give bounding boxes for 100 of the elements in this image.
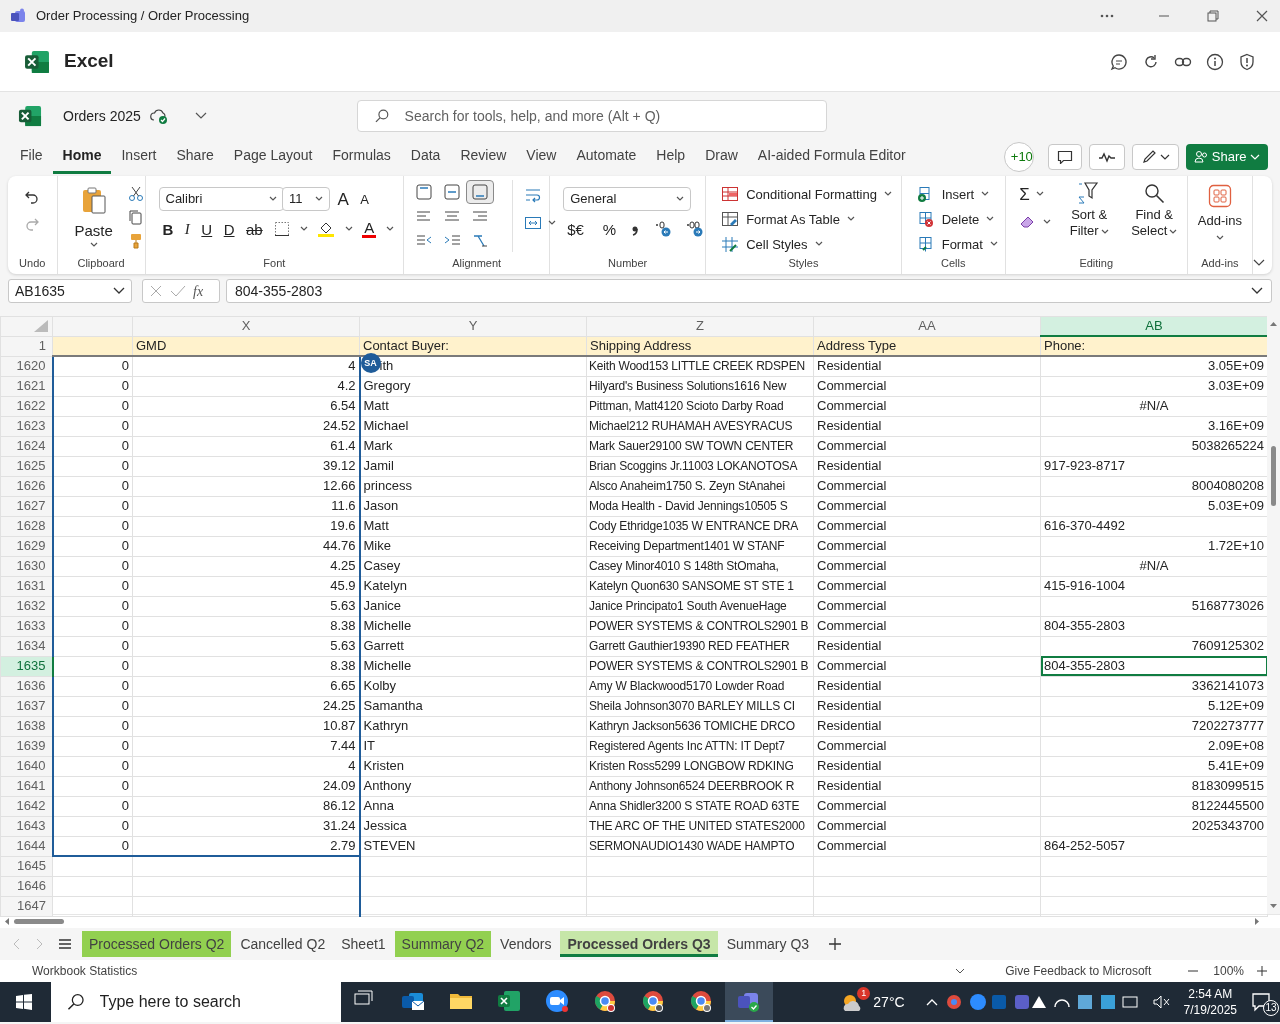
comments-button[interactable]	[1047, 144, 1082, 170]
vertical-scrollbar[interactable]	[1267, 316, 1280, 914]
start-icon[interactable]	[15, 993, 33, 1011]
paste-button[interactable]: Paste	[70, 183, 117, 251]
search-box[interactable]: Search for tools, help, and more (Alt + Q)	[356, 100, 827, 132]
menu-icon[interactable]	[58, 938, 72, 950]
row-header[interactable]: 1641	[0, 776, 53, 796]
row-header[interactable]: 1622	[0, 396, 53, 416]
sort-filter-button[interactable]: Sort & Filter	[1060, 180, 1119, 240]
insert-function-button[interactable]: fx	[193, 280, 204, 302]
row-header[interactable]: 1620	[0, 356, 53, 376]
row-header[interactable]: 1631	[0, 576, 53, 596]
row-header[interactable]: 1	[0, 336, 53, 356]
delete-cells-button[interactable]: Delete	[914, 208, 997, 230]
show-hidden-icons[interactable]	[925, 998, 938, 1006]
find-select-button[interactable]: Find & Select	[1125, 180, 1184, 240]
menu-tab[interactable]: AI-aided Formula Editor	[747, 140, 916, 174]
add-sheet-icon[interactable]	[828, 937, 843, 951]
row-header[interactable]: 1633	[0, 616, 53, 636]
caret-icon[interactable]	[385, 226, 394, 232]
increase-font-size-button[interactable]: A	[333, 188, 353, 210]
expand-formula-icon[interactable]	[1251, 287, 1263, 295]
sheet-tab[interactable]: Vendors	[493, 931, 559, 957]
autosum-button[interactable]: Σ	[1015, 183, 1034, 205]
sheet-tab[interactable]: Cancelled Q2	[233, 931, 333, 957]
volume-muted-icon[interactable]	[1151, 994, 1170, 1010]
bottom-align-button[interactable]	[466, 180, 495, 204]
row-header[interactable]: 1644	[0, 836, 53, 856]
cell-styles-button[interactable]: Cell Styles	[719, 233, 825, 255]
format-as-table-button[interactable]: Format As Table	[719, 208, 857, 230]
currency-button[interactable]: $€	[563, 219, 588, 239]
menu-tab[interactable]: Share	[166, 140, 224, 174]
editing-mode-button[interactable]	[1131, 144, 1180, 170]
menu-tab[interactable]: View	[516, 140, 567, 174]
row-header[interactable]: 1629	[0, 536, 53, 556]
sheet-tab[interactable]: Processed Orders Q2	[82, 931, 232, 957]
caret-icon[interactable]	[1035, 191, 1044, 197]
browser-icon[interactable]	[689, 989, 713, 1013]
search-field[interactable]: Search for tools, help, and more (Alt + Q)	[402, 104, 816, 128]
shield-icon[interactable]	[1238, 52, 1256, 71]
column-header[interactable]: Y	[359, 316, 587, 336]
menu-tab[interactable]: Page Layout	[223, 140, 323, 174]
row-header[interactable]: 1646	[0, 876, 53, 896]
formula-input[interactable]: 804-355-2803	[226, 279, 1272, 303]
row-header[interactable]: 1624	[0, 436, 53, 456]
row-header[interactable]: 1647	[0, 896, 53, 916]
row-header[interactable]: 1621	[0, 376, 53, 396]
row-header[interactable]: 1626	[0, 476, 53, 496]
sheet-tab[interactable]: Sheet1	[334, 931, 393, 957]
browser-icon[interactable]	[593, 989, 617, 1013]
info-icon[interactable]	[1206, 52, 1224, 71]
workbook-name[interactable]: Orders 2025	[63, 105, 141, 127]
column-header[interactable]: X	[132, 316, 360, 336]
menu-tab[interactable]: Draw	[695, 140, 748, 174]
row-header[interactable]: 1625	[0, 456, 53, 476]
caret-icon[interactable]	[299, 226, 308, 232]
row-header[interactable]: 1628	[0, 516, 53, 536]
column-header[interactable]: AA	[813, 316, 1041, 336]
collaborators-count[interactable]: +10	[1003, 142, 1034, 172]
menu-tab[interactable]: File	[10, 140, 53, 174]
row-header[interactable]: 1643	[0, 816, 53, 836]
menu-tab[interactable]: Insert	[111, 140, 167, 174]
zoom-in-icon[interactable]	[1256, 965, 1268, 977]
collapse-ribbon-icon[interactable]	[1253, 259, 1265, 267]
feedback-link[interactable]: Give Feedback to Microsoft	[1005, 962, 1152, 980]
column-header[interactable]: AB	[1040, 316, 1268, 336]
menu-tab[interactable]: Review	[450, 140, 517, 174]
spreadsheet-app-icon[interactable]	[497, 989, 521, 1013]
zoom-level[interactable]: 100%	[1213, 962, 1244, 980]
row-header[interactable]: 1638	[0, 716, 53, 736]
row-header[interactable]: 1640	[0, 756, 53, 776]
add-ins-button[interactable]: Add-ins	[1195, 180, 1244, 242]
menu-tab[interactable]: Automate	[566, 140, 647, 174]
row-header[interactable]: 1632	[0, 596, 53, 616]
format-cells-button[interactable]: Format	[914, 233, 1000, 255]
menu-tab[interactable]: Data	[400, 140, 451, 174]
caret-icon[interactable]	[344, 226, 353, 232]
restore-icon[interactable]	[1205, 8, 1221, 24]
caret-icon[interactable]	[548, 219, 557, 226]
menu-tab[interactable]: Formulas	[322, 140, 401, 174]
row-header[interactable]: 1637	[0, 696, 53, 716]
decrease-font-size-button[interactable]: A	[356, 190, 373, 208]
sheet-tab[interactable]: Processed Orders Q3	[560, 931, 718, 957]
activity-button[interactable]	[1088, 144, 1125, 170]
row-header[interactable]: 1623	[0, 416, 53, 436]
name-box[interactable]: AB1635	[8, 279, 132, 303]
comments-icon[interactable]	[1110, 52, 1128, 71]
row-header[interactable]: 1634	[0, 636, 53, 656]
taskbar-search-box[interactable]: Type here to search	[51, 982, 341, 1022]
menu-tab[interactable]: Help	[646, 140, 696, 174]
conditional-formatting-button[interactable]: Conditional Formatting	[719, 183, 894, 205]
number-format-dropdown[interactable]: General	[563, 187, 692, 211]
row-header[interactable]: 1639	[0, 736, 53, 756]
chevron-down-icon[interactable]	[194, 112, 207, 120]
browser-icon[interactable]	[641, 989, 665, 1013]
sheet-tab[interactable]: Summary Q3	[719, 931, 817, 957]
font-color-button[interactable]: A	[358, 218, 381, 240]
font-size-dropdown[interactable]: 11	[282, 187, 330, 211]
row-header[interactable]: 1636	[0, 676, 53, 696]
caret-icon[interactable]	[955, 968, 966, 974]
